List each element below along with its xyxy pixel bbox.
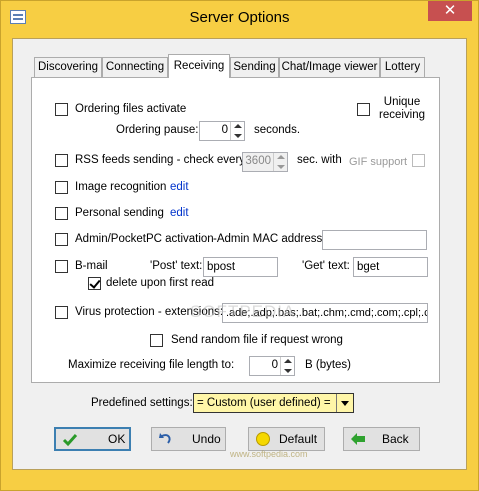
spin-down-icon[interactable]	[277, 165, 285, 169]
tab-connecting[interactable]: Connecting	[102, 57, 168, 77]
undo-button[interactable]: Undo	[151, 427, 226, 451]
admin-mac-label: -Admin MAC address:	[213, 233, 326, 245]
admin-activation-checkbox[interactable]	[55, 233, 68, 246]
ordering-pause-label: Ordering pause:	[116, 124, 199, 136]
bmail-label: B-mail	[75, 260, 108, 272]
max-length-unit: B (bytes)	[305, 359, 352, 371]
tab-receiving[interactable]: Receiving	[168, 54, 230, 78]
spin-down-icon[interactable]	[234, 134, 242, 138]
image-recognition-checkbox[interactable]	[55, 181, 68, 194]
default-button[interactable]: Default	[248, 427, 325, 451]
ordering-pause-spinner[interactable]: 0	[199, 121, 245, 141]
personal-sending-label: Personal sending	[75, 207, 164, 219]
ordering-files-label: Ordering files activate	[75, 103, 187, 115]
back-arrow-icon	[351, 433, 365, 445]
tab-discovering[interactable]: Discovering	[34, 57, 102, 77]
max-length-label: Maximize receiving file length to:	[68, 359, 235, 371]
send-random-checkbox[interactable]	[150, 334, 163, 347]
chevron-down-icon[interactable]	[341, 401, 349, 406]
gif-support-checkbox[interactable]	[412, 154, 425, 167]
tab-chat-image-viewer[interactable]: Chat/Image viewer	[279, 57, 380, 77]
predefined-settings-select[interactable]: = Custom (user defined) =	[193, 393, 354, 413]
rss-checkbox[interactable]	[55, 154, 68, 167]
delete-first-read-checkbox[interactable]	[88, 277, 101, 290]
admin-mac-input[interactable]	[322, 230, 427, 250]
delete-first-read-label: delete upon first read	[106, 277, 215, 289]
unique-receiving-checkbox[interactable]	[357, 103, 370, 116]
max-length-spinner[interactable]: 0	[249, 356, 295, 376]
image-recognition-edit-link[interactable]: edit	[170, 181, 189, 193]
undo-arrow-icon	[159, 433, 171, 444]
smiley-icon	[256, 432, 270, 446]
back-button[interactable]: Back	[343, 427, 420, 451]
rss-label: RSS feeds sending - check every:	[75, 154, 249, 166]
post-text-input[interactable]: bpost	[203, 257, 278, 277]
unique-receiving-label: Unique receiving	[378, 96, 426, 121]
tab-lottery[interactable]: Lottery	[380, 57, 425, 77]
spin-up-icon[interactable]	[277, 155, 285, 159]
get-text-label: 'Get' text:	[302, 260, 350, 272]
window-title: Server Options	[189, 9, 290, 26]
send-random-label: Send random file if request wrong	[171, 334, 343, 346]
title-bar[interactable]: Server Options ✕	[1, 1, 478, 33]
checkmark-icon	[62, 434, 78, 447]
bmail-checkbox[interactable]	[55, 260, 68, 273]
personal-sending-checkbox[interactable]	[55, 207, 68, 220]
spin-down-icon[interactable]	[284, 369, 292, 373]
tab-sending[interactable]: Sending	[230, 57, 279, 77]
post-text-label: 'Post' text:	[150, 260, 203, 272]
virus-protection-checkbox[interactable]	[55, 306, 68, 319]
image-recognition-label: Image recognition	[75, 181, 167, 193]
ordering-pause-unit: seconds.	[254, 124, 301, 136]
personal-sending-edit-link[interactable]: edit	[170, 207, 189, 219]
watermark-url: www.softpedia.com	[230, 449, 308, 459]
spin-up-icon[interactable]	[234, 124, 242, 128]
admin-activation-label: Admin/PocketPC activation	[75, 233, 214, 245]
spin-up-icon[interactable]	[284, 359, 292, 363]
close-button[interactable]: ✕	[428, 1, 472, 21]
rss-unit: sec. with	[297, 154, 342, 166]
ordering-files-checkbox[interactable]	[55, 103, 68, 116]
predefined-settings-label: Predefined settings:	[91, 397, 193, 409]
rss-interval-spinner[interactable]: 3600	[242, 152, 288, 172]
watermark-text: SOFTPEDIA	[190, 302, 296, 321]
get-text-input[interactable]: bget	[353, 257, 428, 277]
gif-support-label: GIF support	[349, 156, 408, 168]
ok-button[interactable]: OK	[54, 427, 131, 451]
